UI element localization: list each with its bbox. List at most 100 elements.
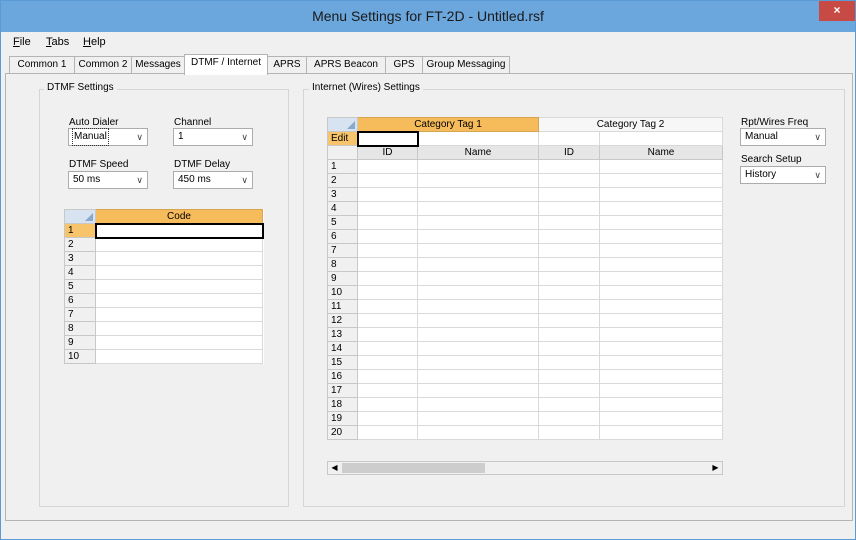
name-cell[interactable] xyxy=(599,341,724,356)
id-cell[interactable] xyxy=(538,411,601,426)
id-cell[interactable] xyxy=(538,285,601,300)
row-header[interactable]: 3 xyxy=(64,251,96,266)
name-cell[interactable] xyxy=(599,369,724,384)
menu-file[interactable]: File xyxy=(13,36,31,48)
name-column-header[interactable]: Name xyxy=(416,145,540,160)
grid-corner[interactable] xyxy=(327,117,358,132)
name-cell[interactable] xyxy=(416,173,540,188)
category-tag-2-header[interactable]: Category Tag 2 xyxy=(538,117,724,132)
row-header[interactable]: 3 xyxy=(327,187,358,202)
row-header[interactable]: 18 xyxy=(327,397,358,412)
name-cell[interactable] xyxy=(416,187,540,202)
row-header[interactable]: 17 xyxy=(327,383,358,398)
tab-gps[interactable]: GPS xyxy=(385,56,423,73)
name-cell[interactable] xyxy=(599,201,724,216)
menu-tabs[interactable]: Tabs xyxy=(46,36,69,48)
name-cell[interactable] xyxy=(599,299,724,314)
id-cell[interactable] xyxy=(357,187,418,202)
tab-dtmf-internet[interactable]: DTMF / Internet xyxy=(184,54,268,75)
code-cell[interactable] xyxy=(94,222,264,239)
name-cell[interactable] xyxy=(416,341,540,356)
id-cell[interactable] xyxy=(357,313,418,328)
row-header[interactable]: 11 xyxy=(327,299,358,314)
code-cell[interactable] xyxy=(95,349,263,364)
edit-cell[interactable] xyxy=(356,130,419,147)
id-cell[interactable] xyxy=(357,257,418,272)
id-cell[interactable] xyxy=(538,215,601,230)
dtmf-speed-select[interactable]: 50 ms ∨ xyxy=(68,171,148,189)
id-cell[interactable] xyxy=(357,285,418,300)
name-cell[interactable] xyxy=(599,313,724,328)
id-cell[interactable] xyxy=(357,229,418,244)
menu-help[interactable]: Help xyxy=(83,36,106,48)
row-header[interactable]: 5 xyxy=(327,215,358,230)
id-cell[interactable] xyxy=(357,299,418,314)
name-cell[interactable] xyxy=(599,285,724,300)
name-cell[interactable] xyxy=(416,271,540,286)
id-cell[interactable] xyxy=(357,369,418,384)
name-cell[interactable] xyxy=(599,159,724,174)
name-cell[interactable] xyxy=(416,257,540,272)
tab-messages[interactable]: Messages xyxy=(131,56,185,73)
id-cell[interactable] xyxy=(357,341,418,356)
auto-dialer-select[interactable]: Manual ∨ xyxy=(68,128,148,146)
dtmf-delay-select[interactable]: 450 ms ∨ xyxy=(173,171,253,189)
name-cell[interactable] xyxy=(416,397,540,412)
row-header[interactable]: 7 xyxy=(64,307,96,322)
row-header[interactable]: 1 xyxy=(64,223,96,238)
id-column-header[interactable]: ID xyxy=(357,145,418,160)
name-cell[interactable] xyxy=(599,215,724,230)
name-cell[interactable] xyxy=(416,313,540,328)
code-column-header[interactable]: Code xyxy=(95,209,263,224)
name-column-header[interactable]: Name xyxy=(599,145,724,160)
id-cell[interactable] xyxy=(538,299,601,314)
edit-cell[interactable] xyxy=(599,131,724,146)
category-tag-1-header[interactable]: Category Tag 1 xyxy=(356,117,540,132)
name-cell[interactable] xyxy=(599,383,724,398)
id-column-header[interactable]: ID xyxy=(538,145,601,160)
edit-cell[interactable] xyxy=(538,131,601,146)
name-cell[interactable] xyxy=(599,397,724,412)
id-cell[interactable] xyxy=(538,159,601,174)
tab-group-messaging[interactable]: Group Messaging xyxy=(422,56,510,73)
tab-common-2[interactable]: Common 2 xyxy=(74,56,132,73)
row-header[interactable]: 13 xyxy=(327,327,358,342)
name-cell[interactable] xyxy=(416,369,540,384)
id-cell[interactable] xyxy=(357,411,418,426)
triangle-left-icon[interactable]: ◀ xyxy=(328,462,341,474)
close-button[interactable]: × xyxy=(819,1,855,21)
row-header[interactable]: 1 xyxy=(327,159,358,174)
name-cell[interactable] xyxy=(416,383,540,398)
id-cell[interactable] xyxy=(357,173,418,188)
row-header[interactable]: 14 xyxy=(327,341,358,356)
id-cell[interactable] xyxy=(538,201,601,216)
id-cell[interactable] xyxy=(538,341,601,356)
name-cell[interactable] xyxy=(416,355,540,370)
dtmf-code-grid[interactable]: Code 1 2 3 4 5 6 7 8 9 10 xyxy=(64,209,264,364)
row-header[interactable]: 9 xyxy=(64,335,96,350)
id-cell[interactable] xyxy=(357,271,418,286)
id-cell[interactable] xyxy=(357,425,418,440)
row-header[interactable]: 5 xyxy=(64,279,96,294)
row-header[interactable]: 8 xyxy=(64,321,96,336)
code-cell[interactable] xyxy=(95,237,263,252)
tab-aprs-beacon[interactable]: APRS Beacon xyxy=(306,56,386,73)
id-cell[interactable] xyxy=(538,369,601,384)
row-header[interactable]: 6 xyxy=(64,293,96,308)
search-setup-select[interactable]: History ∨ xyxy=(740,166,826,184)
row-header[interactable]: 12 xyxy=(327,313,358,328)
code-cell[interactable] xyxy=(95,335,263,350)
id-cell[interactable] xyxy=(538,271,601,286)
code-cell[interactable] xyxy=(95,321,263,336)
tab-aprs[interactable]: APRS xyxy=(267,56,307,73)
edit-cell[interactable] xyxy=(416,131,540,146)
id-cell[interactable] xyxy=(538,243,601,258)
name-cell[interactable] xyxy=(416,327,540,342)
row-header[interactable]: 2 xyxy=(327,173,358,188)
tab-common-1[interactable]: Common 1 xyxy=(9,56,75,73)
row-header[interactable]: 8 xyxy=(327,257,358,272)
id-cell[interactable] xyxy=(538,383,601,398)
wires-grid[interactable]: Category Tag 1 Category Tag 2 Edit ID Na… xyxy=(327,117,724,440)
row-header[interactable]: 20 xyxy=(327,425,358,440)
code-cell[interactable] xyxy=(95,307,263,322)
